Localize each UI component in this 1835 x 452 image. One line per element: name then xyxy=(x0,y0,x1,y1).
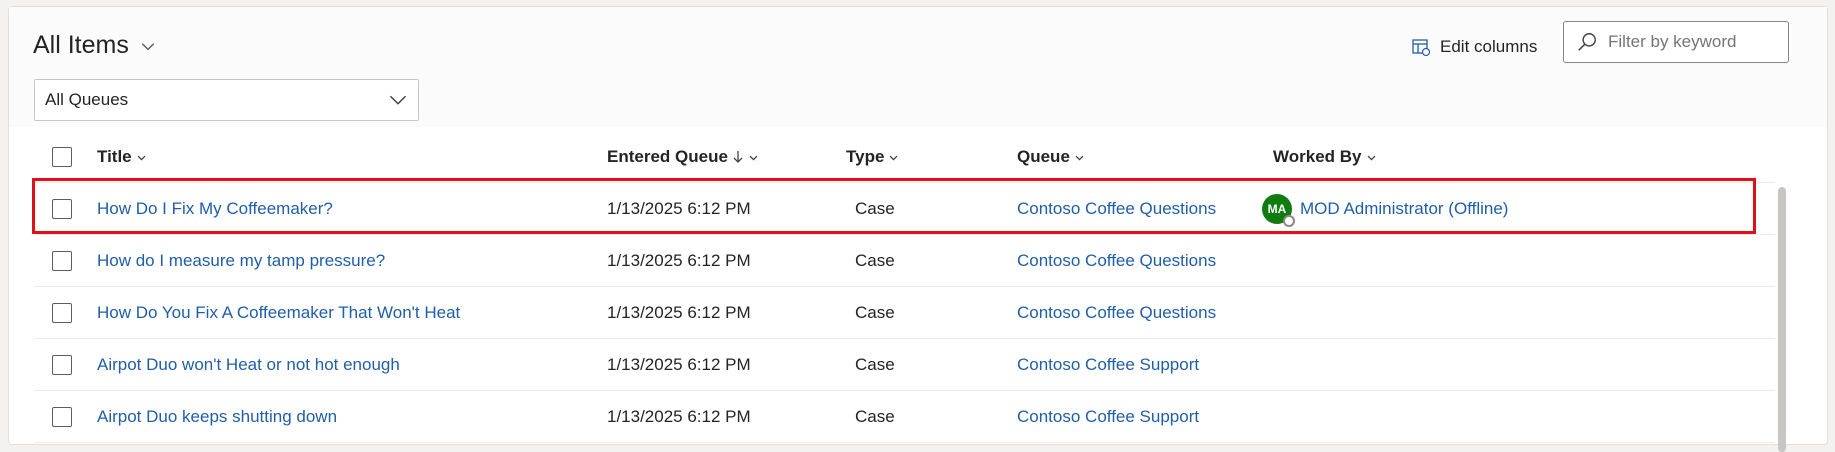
select-all-cell xyxy=(52,131,72,183)
filter-input[interactable] xyxy=(1606,31,1766,53)
view-title: All Items xyxy=(33,31,129,59)
column-header-label: Title xyxy=(97,147,132,166)
worked-by-link[interactable]: MOD Administrator (Offline) xyxy=(1300,199,1508,219)
row-title-link[interactable]: How Do I Fix My Coffeemaker? xyxy=(97,199,333,219)
column-header-title[interactable]: Title xyxy=(97,131,147,183)
view-selector[interactable]: All Items xyxy=(33,31,157,60)
row-title-link[interactable]: Airpot Duo won't Heat or not hot enough xyxy=(97,355,400,375)
chevron-down-icon xyxy=(389,95,407,105)
queue-link[interactable]: Contoso Coffee Support xyxy=(1017,407,1199,427)
avatar: MA xyxy=(1262,194,1295,227)
grid-header-row: Title Entered Queue Type Queue Worked By xyxy=(35,131,1775,183)
column-header-label: Type xyxy=(846,147,885,166)
column-header-label: Entered Queue xyxy=(607,147,728,166)
table-row[interactable]: How Do You Fix A Coffeemaker That Won't … xyxy=(35,287,1775,339)
table-row[interactable]: How do I measure my tamp pressure? 1/13/… xyxy=(35,235,1775,287)
row-checkbox[interactable] xyxy=(52,199,72,219)
entered-queue-value: 1/13/2025 6:12 PM xyxy=(607,407,751,426)
table-row[interactable]: How Do I Fix My Coffeemaker? 1/13/2025 6… xyxy=(35,183,1775,235)
column-header-type[interactable]: Type xyxy=(846,131,899,183)
queue-dropdown-value: All Queues xyxy=(45,90,129,109)
avatar-initials: MA xyxy=(1267,202,1287,216)
column-header-entered-queue[interactable]: Entered Queue xyxy=(607,131,759,183)
chevron-down-icon xyxy=(141,42,155,50)
chevron-down-icon xyxy=(137,155,146,160)
type-value: Case xyxy=(855,303,895,322)
row-checkbox[interactable] xyxy=(52,251,72,271)
chevron-down-icon xyxy=(1075,155,1084,160)
keyword-filter[interactable] xyxy=(1563,21,1789,63)
type-value: Case xyxy=(855,407,895,426)
row-checkbox[interactable] xyxy=(52,355,72,375)
entered-queue-value: 1/13/2025 6:12 PM xyxy=(607,251,751,270)
queue-dropdown[interactable]: All Queues xyxy=(34,79,419,121)
type-value: Case xyxy=(855,199,895,218)
type-value: Case xyxy=(855,355,895,374)
edit-columns-icon xyxy=(1412,39,1431,57)
queue-items-panel: All Items All Queues Edit columns Filter… xyxy=(8,6,1828,452)
vertical-scrollbar[interactable] xyxy=(1778,187,1786,452)
column-header-worked-by[interactable]: Worked By xyxy=(1273,131,1377,183)
row-title-link[interactable]: How do I measure my tamp pressure? xyxy=(97,251,385,271)
grid-header-area: All Items All Queues Edit columns xyxy=(9,7,1827,127)
table-row[interactable]: Airpot Duo keeps shutting down 1/13/2025… xyxy=(35,391,1775,443)
column-header-label: Queue xyxy=(1017,147,1070,166)
queue-link[interactable]: Contoso Coffee Questions xyxy=(1017,251,1216,271)
column-header-queue[interactable]: Queue xyxy=(1017,131,1085,183)
row-checkbox[interactable] xyxy=(52,407,72,427)
edit-columns-button[interactable]: Edit columns xyxy=(1411,37,1537,57)
row-checkbox[interactable] xyxy=(52,303,72,323)
entered-queue-value: 1/13/2025 6:12 PM xyxy=(607,355,751,374)
queue-link[interactable]: Contoso Coffee Questions xyxy=(1017,303,1216,323)
select-all-checkbox[interactable] xyxy=(52,147,72,167)
chevron-down-icon xyxy=(749,155,758,160)
presence-offline-icon xyxy=(1283,215,1295,227)
entered-queue-value: 1/13/2025 6:12 PM xyxy=(607,303,751,322)
column-header-label: Worked By xyxy=(1273,147,1362,166)
table-row[interactable]: Airpot Duo won't Heat or not hot enough … xyxy=(35,339,1775,391)
chevron-down-icon xyxy=(1367,155,1375,160)
chevron-down-icon xyxy=(890,155,898,160)
sort-descending-icon xyxy=(733,151,743,163)
row-title-link[interactable]: Airpot Duo keeps shutting down xyxy=(97,407,337,427)
type-value: Case xyxy=(855,251,895,270)
row-title-link[interactable]: How Do You Fix A Coffeemaker That Won't … xyxy=(97,303,460,323)
edit-columns-label: Edit columns xyxy=(1440,37,1538,56)
search-icon xyxy=(1578,33,1596,51)
entered-queue-value: 1/13/2025 6:12 PM xyxy=(607,199,751,218)
queue-link[interactable]: Contoso Coffee Questions xyxy=(1017,199,1216,219)
queue-link[interactable]: Contoso Coffee Support xyxy=(1017,355,1199,375)
